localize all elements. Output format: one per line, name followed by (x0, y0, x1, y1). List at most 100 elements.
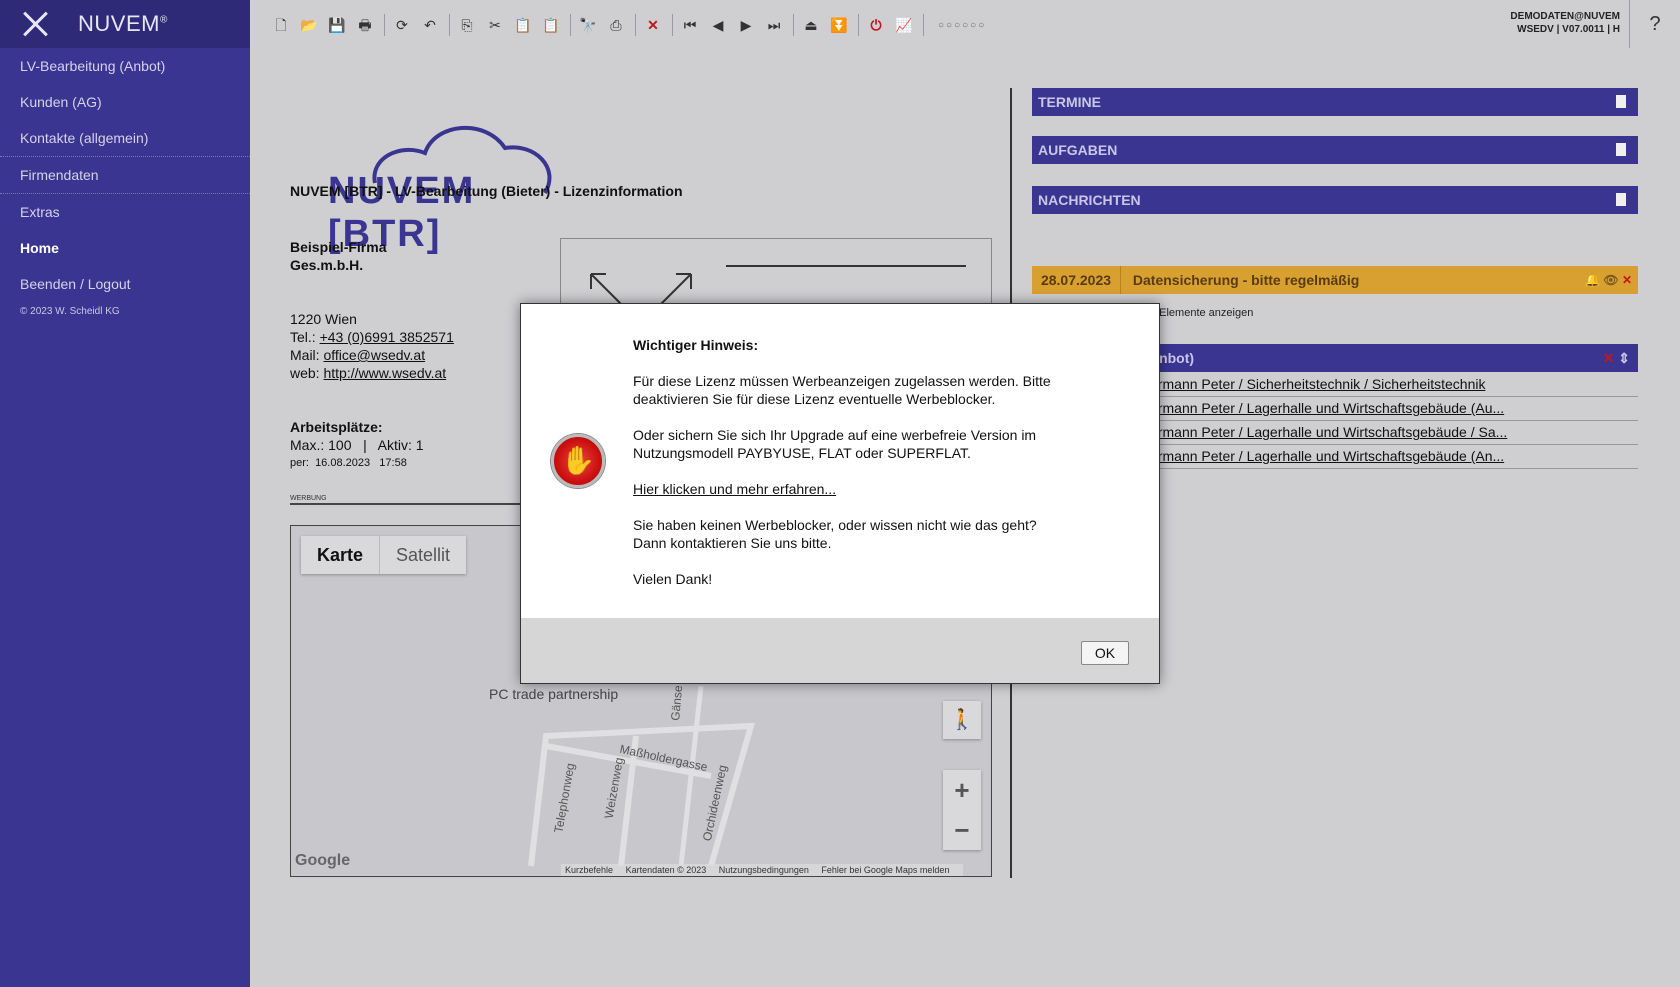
brand-name: NUVEM® (78, 11, 168, 36)
panel-nachrichten[interactable]: NACHRICHTEN (1032, 186, 1638, 214)
chart-alert-icon[interactable]: 📈 (895, 16, 913, 34)
toolbar-separator (384, 14, 385, 36)
city: 1220 Wien (290, 311, 357, 327)
map-report-link[interactable]: Fehler bei Google Maps melden (821, 865, 949, 875)
first-record-icon[interactable]: ⏮ (681, 16, 699, 34)
menu-toggle-icon[interactable] (22, 10, 50, 38)
power-icon[interactable]: ⏻ (867, 16, 885, 34)
map-shortcuts-link[interactable]: Kurzbefehle (565, 865, 613, 875)
find-icon[interactable]: 🔭 (579, 16, 597, 34)
copy-icon[interactable]: ⎘ (458, 16, 476, 34)
copyright: © 2023 W. Scheidl KG (20, 306, 120, 317)
bell-icon[interactable]: 🔔 (1585, 273, 1600, 287)
document-icon[interactable] (1616, 143, 1626, 156)
map-poi-label[interactable]: PC trade partnership (489, 686, 618, 702)
new-document-icon[interactable]: 🗋 (272, 16, 290, 34)
toolbar-separator (793, 14, 794, 36)
message-row[interactable]: 28.07.2023 Datensicherung - bitte regelm… (1032, 266, 1638, 294)
zoom-in-button[interactable]: + (943, 770, 981, 810)
close-icon[interactable]: ✕ (1603, 350, 1615, 366)
sidebar: NUVEM® LV-Bearbeitung (Anbot) Kunden (AG… (0, 0, 250, 987)
help-button[interactable]: ? (1629, 0, 1680, 48)
web-label: web: (290, 365, 320, 381)
panel-aufgaben[interactable]: AUFGABEN (1032, 136, 1638, 164)
undo-icon[interactable]: ↶ (421, 16, 439, 34)
web-link[interactable]: http://www.wsedv.at (323, 365, 446, 381)
mail-link[interactable]: office@wsedv.at (323, 347, 425, 363)
map-data-label: Kartendaten © 2023 (625, 865, 707, 875)
workplaces-count: Max.: 100 | Aktiv: 1 (290, 437, 424, 453)
mail-row: Mail: office@wsedv.at (290, 346, 454, 364)
dialog-paragraph: Oder sichern Sie sich Ihr Upgrade auf ei… (633, 427, 1037, 461)
tel-link[interactable]: +43 (0)6991 3852571 (320, 329, 454, 345)
sidebar-item-extras[interactable]: Extras (0, 194, 250, 230)
learn-more-link[interactable]: Hier klicken und mehr erfahren... (633, 481, 836, 497)
sidebar-item-logout[interactable]: Beenden / Logout (0, 266, 250, 302)
tel-label: Tel.: (290, 329, 316, 345)
stop-hand-icon: ✋ (551, 434, 605, 488)
document-icon[interactable] (1616, 193, 1626, 206)
next-record-icon[interactable]: ▶ (737, 16, 755, 34)
panel-termine[interactable]: TERMINE (1032, 88, 1638, 116)
company-line-1: Beispiel-Firma (290, 239, 387, 255)
version-info: WSEDV | V07.0011 | H (1517, 24, 1620, 35)
street-view-icon[interactable]: 🚶 (943, 701, 981, 739)
company-name: Beispiel-Firma Ges.m.b.H. (290, 238, 386, 274)
logo: NUVEM [BTR] (290, 88, 580, 255)
zoom-control: + − (943, 770, 981, 850)
sidebar-item-firmendaten[interactable]: Firmendaten (0, 157, 250, 194)
open-folder-icon[interactable]: 📂 (300, 16, 318, 34)
brand-bar: NUVEM® (0, 0, 250, 48)
panel-aufgaben-title: AUFGABEN (1038, 142, 1118, 158)
ad-label: WERBUNG (290, 495, 327, 502)
sort-icon[interactable]: ⇕ (1618, 350, 1630, 366)
paste-special-icon[interactable]: 📋 (542, 16, 560, 34)
panel-nachrichten-title: NACHRICHTEN (1038, 192, 1141, 208)
print-pdf-icon[interactable]: 🖶 (356, 16, 374, 34)
map-footer: Kurzbefehle Kartendaten © 2023 Nutzungsb… (561, 864, 964, 876)
delete-icon[interactable]: ✕ (644, 16, 662, 34)
expand-icon[interactable]: ⏏ (802, 16, 820, 34)
ok-button[interactable]: OK (1081, 641, 1129, 665)
cut-icon[interactable]: ✂ (486, 16, 504, 34)
collapse-icon[interactable]: ⏬ (830, 16, 848, 34)
panel-lv-actions: ✕ ⇕ (1603, 344, 1630, 372)
close-icon[interactable]: ✕ (1622, 273, 1632, 287)
user-info: DEMODATEN@NUVEM WSEDV | V07.0011 | H (1510, 10, 1620, 36)
user-name: DEMODATEN@NUVEM (1510, 11, 1620, 22)
zoom-out-button[interactable]: − (943, 810, 981, 850)
sidebar-item-lv-bearbeitung[interactable]: LV-Bearbeitung (Anbot) (0, 48, 250, 84)
map-terms-link[interactable]: Nutzungsbedingungen (719, 865, 809, 875)
save-icon[interactable]: 💾 (328, 16, 346, 34)
web-row: web: http://www.wsedv.at (290, 364, 454, 382)
replace-icon[interactable]: ⎙ (607, 16, 625, 34)
company-line-2: Ges.m.b.H. (290, 257, 364, 273)
message-date: 28.07.2023 (1032, 266, 1121, 294)
page-title: NUVEM [BTR] - LV-Bearbeitung (Bieter) - … (290, 183, 683, 199)
sidebar-item-kontakte[interactable]: Kontakte (allgemein) (0, 120, 250, 157)
workplaces-heading: Arbeitsplätze: (290, 419, 383, 435)
toolbar: 🗋 📂 💾 🖶 ⟳ ↶ ⎘ ✂ 📋 📋 🔭 ⎙ ✕ ⏮ ◀ ▶ ⏭ ⏏ ⏬ ⏻ … (250, 0, 1680, 49)
last-record-icon[interactable]: ⏭ (765, 16, 783, 34)
toolbar-separator (635, 14, 636, 36)
paste-icon[interactable]: 📋 (514, 16, 532, 34)
workplaces-info: Arbeitsplätze: Max.: 100 | Aktiv: 1 per:… (290, 418, 424, 472)
toolbar-separator (570, 14, 571, 36)
dialog-content: Wichtiger Hinweis: Für diese Lizenz müss… (633, 336, 1073, 606)
panel-termine-title: TERMINE (1038, 94, 1101, 110)
previous-record-icon[interactable]: ◀ (709, 16, 727, 34)
dialog-paragraph: Für diese Lizenz müssen Werbeanzeigen zu… (633, 373, 1051, 407)
toolbar-separator (858, 14, 859, 36)
sidebar-item-home[interactable]: Home (0, 230, 250, 266)
message-text: Datensicherung - bitte regelmäßig (1132, 272, 1360, 288)
google-logo[interactable]: Google (295, 852, 350, 870)
ad-divider (290, 503, 550, 505)
dialog-footer: OK (521, 618, 1159, 683)
document-icon[interactable] (1616, 95, 1626, 108)
mail-label: Mail: (290, 347, 320, 363)
eye-icon[interactable]: 👁 (1603, 273, 1618, 287)
refresh-icon[interactable]: ⟳ (393, 16, 411, 34)
toolbar-separator (672, 14, 673, 36)
ad-graphic-icon (590, 265, 966, 305)
sidebar-item-kunden[interactable]: Kunden (AG) (0, 84, 250, 120)
